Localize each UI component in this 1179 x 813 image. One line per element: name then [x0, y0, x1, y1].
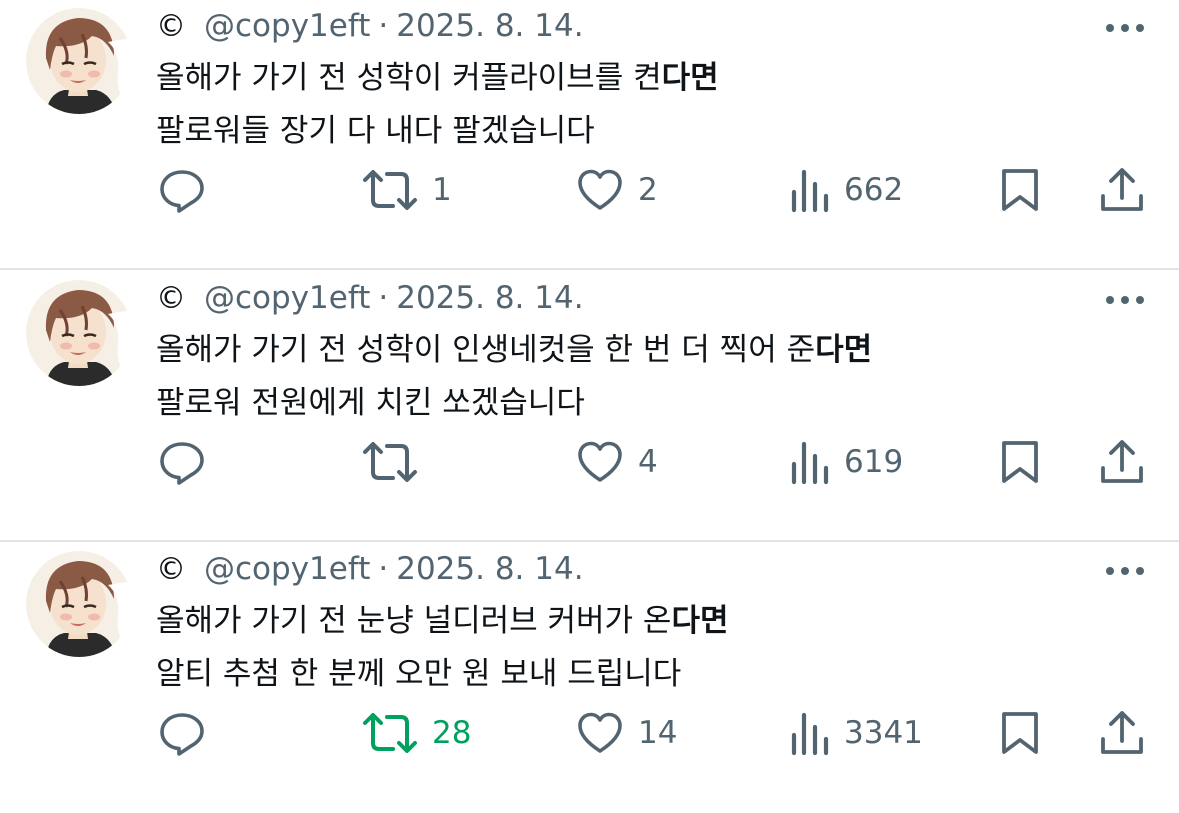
tweet-text-line: 알티 추첨 한 분께 오만 원 보내 드립니다: [156, 656, 682, 692]
tweet-header: © @copy1eft · 2025. 8. 14.: [156, 278, 584, 318]
tweet-text-line: 올해가 가기 전 성학이 커플라이브를 켠다면: [156, 52, 719, 105]
more-icon: [1105, 18, 1145, 37]
reply-icon: [158, 438, 206, 486]
tweet-text-line: 팔로워들 장기 다 내다 팔겠습니다: [156, 113, 595, 149]
views-button[interactable]: 619: [790, 434, 903, 490]
views-icon: [790, 166, 830, 214]
like-icon: [576, 709, 624, 757]
repost-count: 28: [432, 715, 472, 751]
views-count: 3341: [844, 715, 923, 751]
repost-button[interactable]: 28: [362, 705, 471, 761]
like-button[interactable]: 2: [576, 162, 658, 218]
bookmark-button[interactable]: [1000, 434, 1040, 490]
repost-icon: [362, 709, 418, 757]
action-bar: 4 619: [0, 434, 1179, 490]
avatar[interactable]: [26, 551, 132, 657]
views-button[interactable]: 662: [790, 162, 903, 218]
reply-icon: [158, 166, 206, 214]
like-button[interactable]: 4: [576, 434, 658, 490]
action-bar: 1 2 662: [0, 162, 1179, 218]
bookmark-button[interactable]: [1000, 162, 1040, 218]
user-handle[interactable]: @copy1eft: [204, 551, 370, 587]
tweet-text-bold: 다면: [671, 603, 729, 639]
like-count: 14: [638, 715, 678, 751]
more-icon: [1105, 290, 1145, 309]
tweet-text-bold: 다면: [815, 332, 873, 368]
separator-dot: ·: [378, 280, 389, 316]
tweet-date[interactable]: 2025. 8. 14.: [396, 551, 583, 587]
reply-button[interactable]: [158, 162, 206, 218]
separator-dot: ·: [378, 8, 389, 44]
more-icon: [1105, 561, 1145, 580]
avatar[interactable]: [26, 8, 132, 114]
more-options-button[interactable]: [1100, 284, 1150, 314]
share-button[interactable]: [1099, 162, 1145, 218]
bookmark-icon: [1000, 709, 1040, 757]
bookmark-button[interactable]: [1000, 705, 1040, 761]
copyright-mark: ©: [156, 280, 186, 316]
views-count: 662: [844, 172, 904, 208]
tweet-text-line: 팔로워 전원에게 치킨 쏘겠습니다: [156, 385, 585, 421]
bookmark-icon: [1000, 166, 1040, 214]
share-icon: [1099, 166, 1145, 214]
like-icon: [576, 438, 624, 486]
tweet-date[interactable]: 2025. 8. 14.: [396, 280, 583, 316]
share-button[interactable]: [1099, 705, 1145, 761]
share-icon: [1099, 438, 1145, 486]
tweet-text-line: 올해가 가기 전 눈냥 널디러브 커버가 온다면: [156, 595, 729, 648]
tweet[interactable]: © @copy1eft · 2025. 8. 14. 올해가 가기 전 성학이 …: [0, 272, 1179, 542]
repost-count: 1: [432, 172, 452, 208]
tweet-divider: [0, 540, 1179, 542]
avatar[interactable]: [26, 280, 132, 386]
views-icon: [790, 709, 830, 757]
tweet-text-bold: 다면: [661, 60, 719, 96]
repost-button[interactable]: 1: [362, 162, 452, 218]
tweet-text-plain: 올해가 가기 전 눈냥 널디러브 커버가 온: [156, 603, 672, 639]
views-icon: [790, 438, 830, 486]
tweet-text: 올해가 가기 전 성학이 커플라이브를 켠다면 팔로워들 장기 다 내다 팔겠습…: [156, 52, 719, 158]
user-handle[interactable]: @copy1eft: [204, 8, 370, 44]
repost-icon: [362, 166, 418, 214]
reply-button[interactable]: [158, 434, 206, 490]
more-options-button[interactable]: [1100, 12, 1150, 42]
copyright-mark: ©: [156, 8, 186, 44]
like-button[interactable]: 14: [576, 705, 677, 761]
share-icon: [1099, 709, 1145, 757]
more-options-button[interactable]: [1100, 555, 1150, 585]
like-icon: [576, 166, 624, 214]
user-handle[interactable]: @copy1eft: [204, 280, 370, 316]
tweet-header: © @copy1eft · 2025. 8. 14.: [156, 549, 584, 589]
views-button[interactable]: 3341: [790, 705, 923, 761]
tweet-text: 올해가 가기 전 성학이 인생네컷을 한 번 더 찍어 준다면 팔로워 전원에게…: [156, 324, 872, 430]
tweet-text-line: 올해가 가기 전 성학이 인생네컷을 한 번 더 찍어 준다면: [156, 324, 872, 377]
repost-button[interactable]: [362, 434, 432, 490]
tweet-text-plain: 올해가 가기 전 성학이 인생네컷을 한 번 더 찍어 준: [156, 332, 816, 368]
copyright-mark: ©: [156, 551, 186, 587]
separator-dot: ·: [378, 551, 389, 587]
tweet[interactable]: © @copy1eft · 2025. 8. 14. 올해가 가기 전 눈냥 널…: [0, 543, 1179, 813]
action-bar: 28 14 3341: [0, 705, 1179, 761]
tweet-text-plain: 올해가 가기 전 성학이 커플라이브를 켠: [156, 60, 662, 96]
repost-icon: [362, 438, 418, 486]
reply-button[interactable]: [158, 705, 206, 761]
views-count: 619: [844, 444, 904, 480]
bookmark-icon: [1000, 438, 1040, 486]
tweet-divider: [0, 268, 1179, 270]
tweet[interactable]: © @copy1eft · 2025. 8. 14. 올해가 가기 전 성학이 …: [0, 0, 1179, 270]
share-button[interactable]: [1099, 434, 1145, 490]
tweet-date[interactable]: 2025. 8. 14.: [396, 8, 583, 44]
reply-icon: [158, 709, 206, 757]
like-count: 2: [638, 172, 658, 208]
tweet-text: 올해가 가기 전 눈냥 널디러브 커버가 온다면 알티 추첨 한 분께 오만 원…: [156, 595, 729, 701]
tweet-header: © @copy1eft · 2025. 8. 14.: [156, 6, 584, 46]
like-count: 4: [638, 444, 658, 480]
